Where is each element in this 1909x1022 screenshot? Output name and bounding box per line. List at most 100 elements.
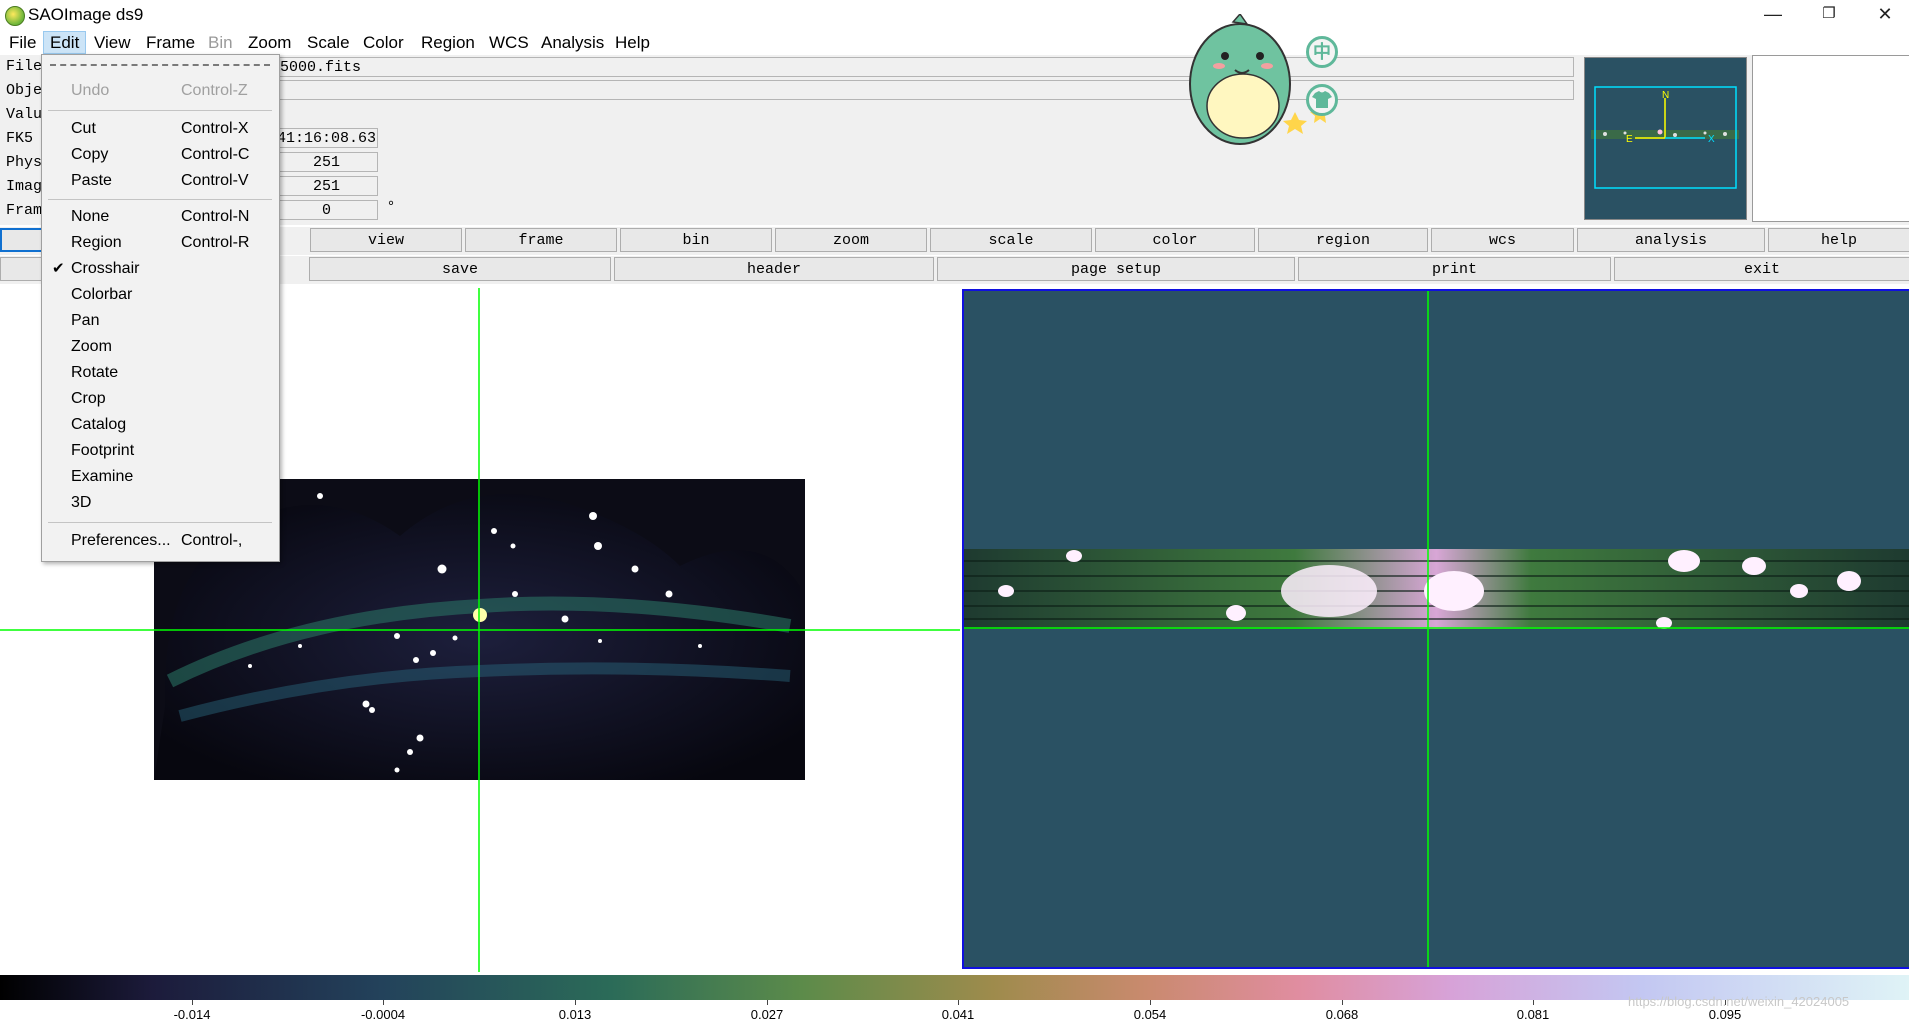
button-view[interactable]: view <box>310 228 462 252</box>
button-bar-top: view frame bin zoom scale color region w… <box>0 227 1909 255</box>
frame-2-image <box>964 291 1909 967</box>
menu-frame[interactable]: Frame <box>140 32 201 53</box>
menu-view[interactable]: View <box>88 32 137 53</box>
colorbar-tick-label: 0.041 <box>941 1007 975 1022</box>
menu-help[interactable]: Help <box>609 32 656 53</box>
tshirt-skin-icon[interactable] <box>1306 84 1338 116</box>
menu-separator <box>48 110 272 111</box>
menu-separator <box>48 199 272 200</box>
menu-item-catalog[interactable]: Catalog <box>42 413 279 437</box>
menu-zoom[interactable]: Zoom <box>242 32 297 53</box>
button-scale[interactable]: scale <box>930 228 1092 252</box>
window-title: SAOImage ds9 <box>28 5 144 24</box>
button-frame[interactable]: frame <box>465 228 617 252</box>
ds9-icon <box>5 6 25 26</box>
menu-separator <box>48 522 272 523</box>
menu-bar: File Edit View Frame Bin Zoom Scale Colo… <box>0 30 1909 55</box>
frame-2[interactable] <box>962 289 1909 969</box>
menu-item-none[interactable]: None Control-N <box>42 205 279 229</box>
menu-scale[interactable]: Scale <box>301 32 356 53</box>
button-bin[interactable]: bin <box>620 228 772 252</box>
colorbar-tick-label: 0.095 <box>1708 1007 1742 1022</box>
colorbar-tick-label: -0.014 <box>173 1007 211 1022</box>
tick-mark <box>1342 1000 1343 1005</box>
colorbar-tick-label: -0.0004 <box>360 1007 406 1022</box>
tick-mark <box>192 1000 193 1005</box>
menu-item-preferences[interactable]: Preferences... Control-, <box>42 529 279 553</box>
tick-mark <box>1150 1000 1151 1005</box>
menu-item-footprint[interactable]: Footprint <box>42 439 279 463</box>
colorbar-tick-label: 0.068 <box>1325 1007 1359 1022</box>
info-label-fk5: FK5 <box>6 130 34 147</box>
svg-text:E: E <box>1626 134 1633 145</box>
magnifier <box>1752 55 1909 222</box>
tick-mark <box>383 1000 384 1005</box>
panner[interactable]: N E X <box>1584 57 1747 220</box>
restore-button[interactable]: ❐ <box>1801 0 1857 30</box>
edit-menu-dropdown: Undo Control-Z Cut Control-X Copy Contro… <box>41 54 280 562</box>
button-bar-bottom: save header page setup print exit <box>0 256 1909 284</box>
menu-item-crop[interactable]: Crop <box>42 387 279 411</box>
panner-preview: N E X <box>1585 58 1746 219</box>
button-analysis[interactable]: analysis <box>1577 228 1765 252</box>
menu-item-copy[interactable]: Copy Control-C <box>42 143 279 167</box>
menu-file[interactable]: File <box>3 32 42 53</box>
frame-field: 0 <box>275 200 378 220</box>
menu-edit[interactable]: Edit <box>43 31 87 54</box>
menu-region[interactable]: Region <box>415 32 481 53</box>
colorbar-tick-label: 0.013 <box>558 1007 592 1022</box>
colorbar[interactable] <box>0 975 1909 1000</box>
file-field: 5000.fits <box>275 57 1574 77</box>
menu-item-cut[interactable]: Cut Control-X <box>42 117 279 141</box>
menu-wcs[interactable]: WCS <box>483 32 535 53</box>
menu-item-3d[interactable]: 3D <box>42 491 279 515</box>
menu-item-crosshair[interactable]: ✔ Crosshair <box>42 257 279 281</box>
fk5-field: 41:16:08.63 <box>275 128 378 148</box>
button-color[interactable]: color <box>1095 228 1255 252</box>
degree-symbol: ° <box>388 198 394 215</box>
menu-item-rotate[interactable]: Rotate <box>42 361 279 385</box>
button-zoom[interactable]: zoom <box>775 228 927 252</box>
info-label-physical: Phys <box>6 154 43 171</box>
menu-item-pan[interactable]: Pan <box>42 309 279 333</box>
object-field <box>275 80 1574 100</box>
menu-item-zoom[interactable]: Zoom <box>42 335 279 359</box>
image-field: 251 <box>275 176 378 196</box>
menu-item-colorbar[interactable]: Colorbar <box>42 283 279 307</box>
image-canvas[interactable] <box>0 286 1909 972</box>
info-label-file: File <box>6 58 43 75</box>
button-page-setup[interactable]: page setup <box>937 257 1295 281</box>
button-save[interactable]: save <box>309 257 611 281</box>
menu-item-undo[interactable]: Undo Control-Z <box>42 79 279 103</box>
physical-field: 251 <box>275 152 378 172</box>
tick-mark <box>1533 1000 1534 1005</box>
tick-mark <box>575 1000 576 1005</box>
info-label-value: Valu <box>6 106 43 123</box>
tick-mark <box>958 1000 959 1005</box>
menu-item-region[interactable]: Region Control-R <box>42 231 279 255</box>
tick-mark <box>767 1000 768 1005</box>
button-exit[interactable]: exit <box>1614 257 1909 281</box>
tearoff-line[interactable] <box>50 64 270 66</box>
button-help[interactable]: help <box>1768 228 1909 252</box>
button-wcs[interactable]: wcs <box>1431 228 1574 252</box>
menu-analysis[interactable]: Analysis <box>535 32 610 53</box>
title-bar: SAOImage ds9 — ❐ ✕ <box>0 0 1909 30</box>
menu-bin[interactable]: Bin <box>202 32 239 53</box>
info-label-image: Imag <box>6 178 43 195</box>
menu-color[interactable]: Color <box>357 32 410 53</box>
info-label-object: Obje <box>6 82 43 99</box>
watermark: https://blog.csdn.net/weixin_42024005 <box>1628 994 1850 1009</box>
minimize-button[interactable]: — <box>1745 0 1801 30</box>
chinese-input-icon[interactable]: 中 <box>1306 36 1338 68</box>
colorbar-axis: -0.014 -0.0004 0.013 0.027 0.041 0.054 0… <box>0 1000 1909 1022</box>
button-print[interactable]: print <box>1298 257 1611 281</box>
menu-item-examine[interactable]: Examine <box>42 465 279 489</box>
button-region[interactable]: region <box>1258 228 1428 252</box>
checkmark-icon: ✔ <box>52 260 65 277</box>
close-button[interactable]: ✕ <box>1857 0 1909 30</box>
button-header[interactable]: header <box>614 257 934 281</box>
colorbar-tick-label: 0.027 <box>750 1007 784 1022</box>
svg-text:X: X <box>1708 134 1715 145</box>
menu-item-paste[interactable]: Paste Control-V <box>42 169 279 193</box>
